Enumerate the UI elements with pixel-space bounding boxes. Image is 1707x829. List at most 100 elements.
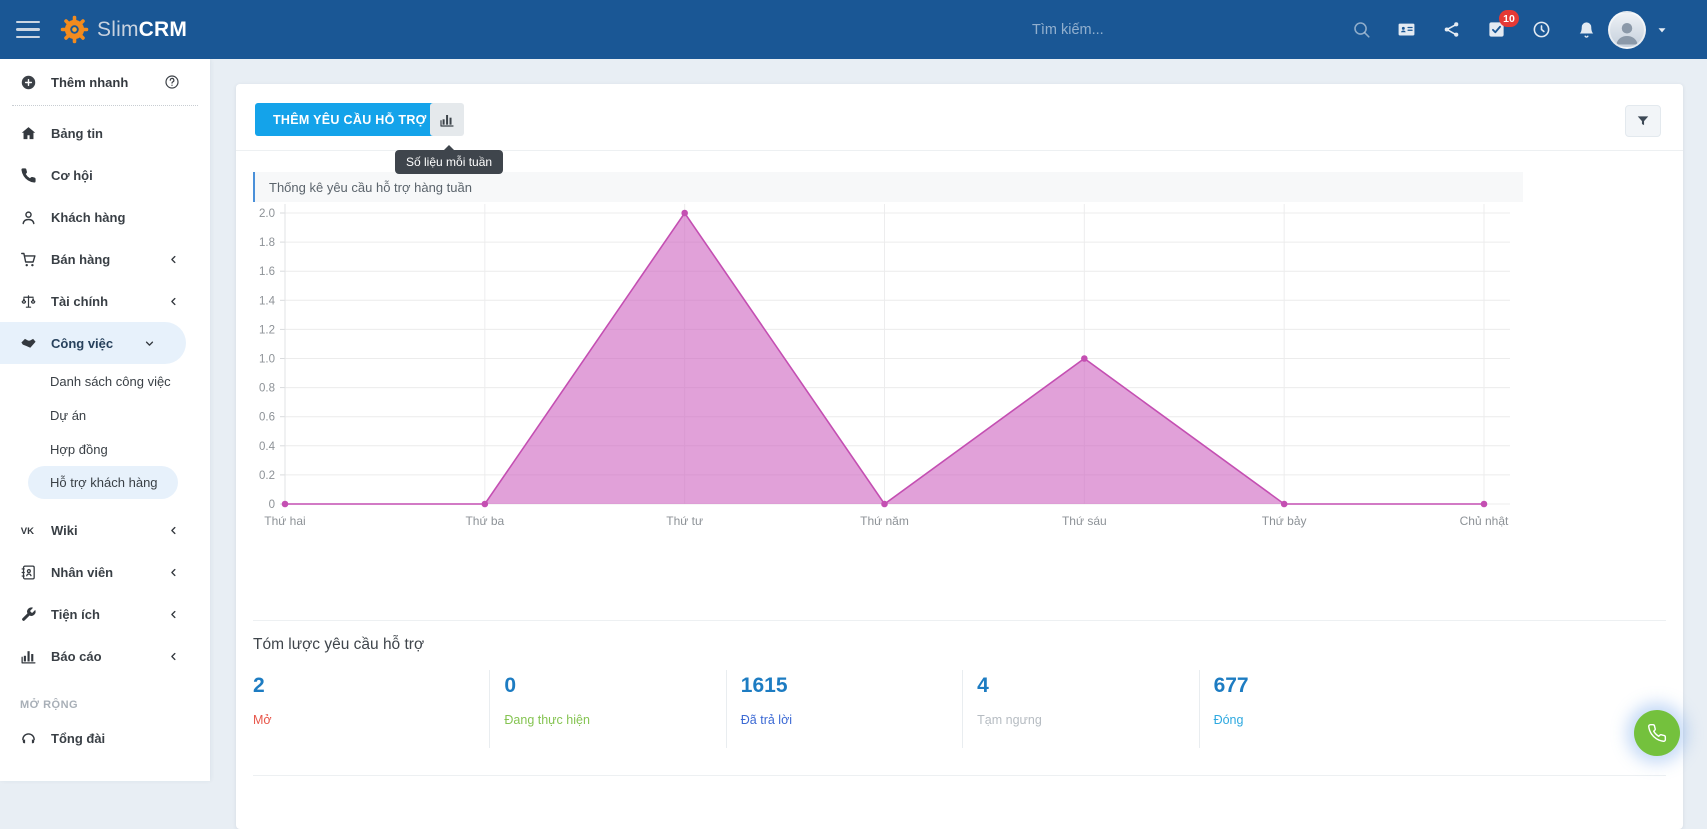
sidebar-item-customers[interactable]: Khách hàng — [0, 196, 210, 238]
search-input[interactable] — [1032, 22, 1332, 38]
svg-text:1.2: 1.2 — [259, 324, 275, 336]
sidebar-section-label: MỞ RỘNG — [0, 677, 210, 717]
stat-label-link[interactable]: Đang thực hiện — [504, 713, 725, 727]
sidebar-subitem-projects[interactable]: Dự án — [0, 398, 210, 432]
chevron-down-icon — [143, 337, 170, 350]
summary-title: Tóm lược yêu cầu hỗ trợ — [253, 636, 424, 654]
weekly-support-chart: 00.20.40.60.81.01.21.41.61.82.0Thứ haiTh… — [253, 202, 1523, 542]
bar-chart-icon — [439, 112, 455, 128]
sidebar-item-dashboard[interactable]: Bảng tin — [0, 112, 210, 154]
svg-text:1.6: 1.6 — [259, 266, 275, 278]
app-logo[interactable]: SlimCRM — [58, 13, 187, 46]
phone-icon — [1647, 723, 1667, 743]
svg-text:1.0: 1.0 — [259, 354, 275, 366]
contacts-card-icon[interactable] — [1397, 20, 1416, 39]
vk-icon — [20, 522, 37, 539]
add-support-request-button[interactable]: THÊM YÊU CẦU HỖ TRỢ — [255, 103, 445, 136]
svg-text:0.8: 0.8 — [259, 383, 275, 395]
weekly-stats-button[interactable] — [430, 103, 464, 136]
svg-text:Thứ tư: Thứ tư — [666, 514, 703, 528]
address-book-icon — [20, 564, 37, 581]
sidebar-item-opportunities[interactable]: Cơ hội — [0, 154, 210, 196]
chart-panel-header: Thống kê yêu cầu hỗ trợ hàng tuần — [253, 172, 1523, 202]
stat-value: 1615 — [741, 674, 962, 698]
user-menu-caret-icon[interactable] — [1655, 23, 1669, 37]
call-fab-button[interactable] — [1634, 710, 1680, 756]
tooltip-arrow — [444, 145, 454, 150]
stat-value: 2 — [253, 674, 489, 698]
svg-text:Thứ bảy: Thứ bảy — [1262, 514, 1307, 528]
svg-text:Chủ nhật: Chủ nhật — [1460, 514, 1509, 528]
svg-text:2.0: 2.0 — [259, 208, 275, 220]
weekly-stats-tooltip: Số liệu mỗi tuần — [395, 150, 503, 174]
stat-label-link[interactable]: Đóng — [1214, 713, 1435, 727]
svg-text:Thứ năm: Thứ năm — [860, 514, 909, 528]
stat-label-link[interactable]: Đã trả lời — [741, 713, 962, 727]
plus-circle-icon — [20, 74, 37, 91]
home-icon — [20, 125, 37, 142]
sidebar-item-wiki[interactable]: Wiki — [0, 509, 210, 551]
menu-toggle-icon[interactable] — [16, 21, 40, 39]
stat-in-progress: 0 Đang thực hiện — [489, 670, 725, 748]
user-avatar[interactable] — [1608, 11, 1646, 49]
headset-icon — [20, 730, 37, 747]
chevron-left-icon — [167, 524, 194, 537]
sidebar-item-sales[interactable]: Bán hàng — [0, 238, 210, 280]
quick-add-label: Thêm nhanh — [51, 75, 128, 90]
sidebar-item-utilities[interactable]: Tiện ích — [0, 593, 210, 635]
svg-text:1.4: 1.4 — [259, 295, 276, 307]
sidebar-subitem-contracts[interactable]: Hợp đồng — [0, 432, 210, 466]
sidebar-subitem-customer-support[interactable]: Hỗ trợ khách hàng — [28, 466, 178, 499]
navbar-icons: 10 — [1352, 20, 1596, 39]
filter-button[interactable] — [1625, 105, 1661, 137]
bottom-divider — [253, 775, 1666, 776]
tasks-icon[interactable]: 10 — [1487, 20, 1506, 39]
sidebar-item-reports[interactable]: Báo cáo — [0, 635, 210, 677]
phone-icon — [20, 167, 37, 184]
help-icon[interactable] — [164, 74, 194, 90]
area-chart-svg: 00.20.40.60.81.01.21.41.61.82.0Thứ haiTh… — [253, 202, 1523, 542]
sidebar-subitem-task-list[interactable]: Danh sách công việc — [0, 364, 210, 398]
funnel-icon — [1636, 114, 1650, 128]
notification-badge: 10 — [1499, 10, 1519, 27]
top-navbar: SlimCRM 10 — [0, 0, 1707, 59]
section-divider — [253, 620, 1666, 621]
sidebar-item-finance[interactable]: Tài chính — [0, 280, 210, 322]
svg-text:0.6: 0.6 — [259, 412, 275, 424]
svg-text:Thứ sáu: Thứ sáu — [1062, 514, 1107, 528]
scale-icon — [20, 293, 37, 310]
user-icon — [20, 209, 37, 226]
chart-panel-title: Thống kê yêu cầu hỗ trợ hàng tuần — [269, 180, 472, 195]
svg-text:1.8: 1.8 — [259, 237, 275, 249]
search-icon[interactable] — [1352, 20, 1371, 39]
sidebar-item-employees[interactable]: Nhân viên — [0, 551, 210, 593]
bell-icon[interactable] — [1577, 20, 1596, 39]
sidebar-item-work[interactable]: Công việc — [0, 322, 186, 364]
stat-open: 2 Mở — [253, 670, 489, 748]
gear-logo-icon — [58, 13, 91, 46]
sidebar: Thêm nhanh Bảng tin Cơ hội Khách hàng Bá… — [0, 59, 210, 781]
sidebar-divider — [12, 105, 198, 106]
chevron-left-icon — [167, 566, 194, 579]
brand-name: SlimCRM — [97, 18, 187, 42]
svg-text:Thứ ba: Thứ ba — [465, 514, 504, 528]
handshake-icon — [20, 335, 37, 352]
wrench-icon — [20, 606, 37, 623]
content-card: THÊM YÊU CẦU HỖ TRỢ Số liệu mỗi tuần Thố… — [236, 84, 1683, 829]
stat-label-link[interactable]: Tạm ngưng — [977, 713, 1198, 727]
bar-chart-icon — [20, 648, 37, 665]
chevron-left-icon — [167, 253, 194, 266]
chevron-left-icon — [167, 295, 194, 308]
stat-paused: 4 Tạm ngưng — [962, 670, 1198, 748]
sidebar-item-callcenter[interactable]: Tổng đài — [0, 717, 210, 759]
quick-add-button[interactable]: Thêm nhanh — [0, 59, 210, 105]
clock-icon[interactable] — [1532, 20, 1551, 39]
cart-icon — [20, 251, 37, 268]
svg-text:Thứ hai: Thứ hai — [264, 514, 305, 528]
stat-label-link[interactable]: Mở — [253, 713, 489, 727]
stat-answered: 1615 Đã trả lời — [726, 670, 962, 748]
summary-stats: 2 Mở 0 Đang thực hiện 1615 Đã trả lời 4 … — [253, 670, 1435, 748]
svg-text:0: 0 — [269, 499, 275, 511]
share-icon[interactable] — [1442, 20, 1461, 39]
chevron-left-icon — [167, 650, 194, 663]
